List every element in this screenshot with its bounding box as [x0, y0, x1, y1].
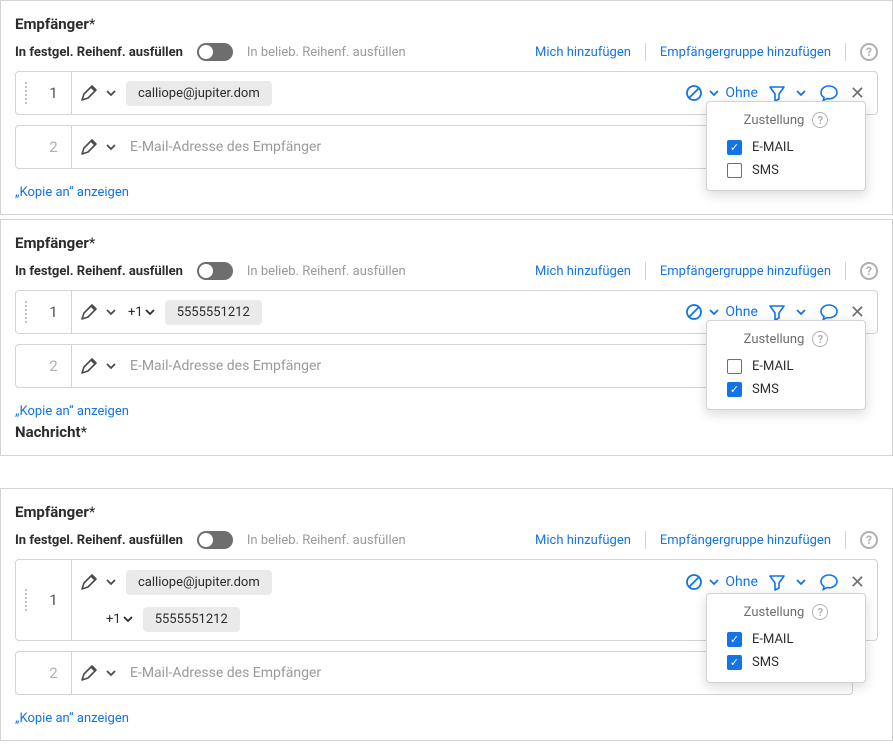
chevron-down-icon[interactable]	[106, 670, 116, 677]
chevron-down-icon[interactable]	[106, 144, 116, 151]
checkbox-icon[interactable]	[727, 359, 742, 374]
order-toggle[interactable]	[197, 262, 233, 280]
pen-icon[interactable]	[80, 573, 98, 591]
popover-title: Zustellung	[744, 113, 805, 128]
section-title: Empfänger*	[15, 15, 878, 33]
drag-handle[interactable]	[16, 72, 36, 114]
email-input[interactable]: E-Mail-Adresse des Empfänger	[130, 665, 321, 681]
checkbox-icon[interactable]: ✓	[727, 382, 742, 397]
recipient-chip[interactable]: 5555551212	[165, 300, 262, 325]
order-toggle[interactable]	[197, 531, 233, 549]
message-icon[interactable]	[820, 573, 838, 591]
checkbox-icon[interactable]	[727, 163, 742, 178]
help-icon[interactable]: ?	[812, 331, 828, 347]
recipients-panel-2: Empfänger* In festgel. Reihenf. ausfülle…	[0, 219, 893, 456]
delivery-option-sms[interactable]: SMS	[719, 159, 853, 182]
remove-icon[interactable]: ✕	[848, 572, 867, 593]
email-input[interactable]: E-Mail-Adresse des Empfänger	[130, 358, 321, 374]
help-icon[interactable]: ?	[860, 43, 878, 61]
recipients-panel-3: Empfänger* In festgel. Reihenf. ausfülle…	[0, 488, 893, 741]
recipient-chip[interactable]: calliope@jupiter.dom	[126, 81, 272, 106]
delivery-option-email[interactable]: ✓ E-MAIL	[719, 136, 853, 159]
order-toggle-row: In festgel. Reihenf. ausfüllen In belieb…	[15, 531, 878, 549]
add-me-link[interactable]: Mich hinzufügen	[535, 264, 631, 279]
pen-icon[interactable]	[80, 84, 98, 102]
delivery-option-email[interactable]: E-MAIL	[719, 355, 853, 378]
checkbox-icon[interactable]: ✓	[727, 655, 742, 670]
add-group-link[interactable]: Empfängergruppe hinzufügen	[660, 45, 831, 60]
chevron-down-icon[interactable]	[106, 579, 116, 586]
row-number: 2	[36, 126, 72, 168]
add-group-link[interactable]: Empfängergruppe hinzufügen	[660, 264, 831, 279]
chevron-down-icon[interactable]	[796, 309, 806, 316]
delivery-option-email[interactable]: ✓ E-MAIL	[719, 628, 853, 651]
recipient-chip-email[interactable]: calliope@jupiter.dom	[126, 570, 272, 595]
delivery-popover: Zustellung ? ✓ E-MAIL SMS	[706, 101, 866, 191]
message-section-title: Nachricht*	[15, 423, 878, 441]
chevron-down-icon[interactable]	[106, 363, 116, 370]
country-code-select[interactable]: +1	[106, 612, 133, 627]
add-me-link[interactable]: Mich hinzufügen	[535, 533, 631, 548]
chevron-down-icon[interactable]	[106, 309, 116, 316]
pen-icon[interactable]	[80, 138, 98, 156]
section-title: Empfänger*	[15, 234, 878, 252]
delivery-icon[interactable]	[768, 84, 786, 102]
delivery-icon[interactable]	[768, 573, 786, 591]
show-cc-link[interactable]: „Kopie an“ anzeigen	[15, 185, 129, 200]
country-code-select[interactable]: +1	[128, 305, 155, 320]
show-cc-link[interactable]: „Kopie an“ anzeigen	[15, 711, 129, 726]
checkbox-icon[interactable]: ✓	[727, 632, 742, 647]
auth-dropdown[interactable]: Ohne	[685, 303, 758, 321]
help-icon[interactable]: ?	[812, 604, 828, 620]
chevron-down-icon[interactable]	[106, 90, 116, 97]
pen-icon[interactable]	[80, 303, 98, 321]
help-icon[interactable]: ?	[860, 262, 878, 280]
show-cc-link[interactable]: „Kopie an“ anzeigen	[15, 404, 129, 419]
add-me-link[interactable]: Mich hinzufügen	[535, 45, 631, 60]
order-toggle-row: In festgel. Reihenf. ausfüllen In belieb…	[15, 43, 878, 61]
checkbox-icon[interactable]: ✓	[727, 140, 742, 155]
delivery-icon[interactable]	[768, 303, 786, 321]
chevron-down-icon[interactable]	[796, 90, 806, 97]
drag-handle[interactable]	[16, 560, 36, 640]
order-toggle[interactable]	[197, 43, 233, 61]
fixed-order-label: In festgel. Reihenf. ausfüllen	[15, 45, 183, 60]
section-title: Empfänger*	[15, 503, 878, 521]
pen-icon[interactable]	[80, 664, 98, 682]
delivery-option-sms[interactable]: ✓ SMS	[719, 651, 853, 674]
add-group-link[interactable]: Empfängergruppe hinzufügen	[660, 533, 831, 548]
help-icon[interactable]: ?	[860, 531, 878, 549]
delivery-option-sms[interactable]: ✓ SMS	[719, 378, 853, 401]
recipient-chip-phone[interactable]: 5555551212	[143, 607, 240, 632]
delivery-popover: Zustellung ? ✓ E-MAIL ✓ SMS	[706, 593, 866, 683]
help-icon[interactable]: ?	[812, 112, 828, 128]
message-icon[interactable]	[820, 84, 838, 102]
auth-dropdown[interactable]: Ohne	[685, 84, 758, 102]
delivery-popover: Zustellung ? E-MAIL ✓ SMS	[706, 320, 866, 410]
any-order-label: In belieb. Reihenf. ausfüllen	[247, 45, 406, 60]
email-input[interactable]: E-Mail-Adresse des Empfänger	[130, 139, 321, 155]
chevron-down-icon[interactable]	[796, 579, 806, 586]
auth-dropdown[interactable]: Ohne	[685, 573, 758, 591]
row-number: 1	[36, 72, 72, 114]
recipients-panel-1: Empfänger* In festgel. Reihenf. ausfülle…	[0, 0, 893, 215]
pen-icon[interactable]	[80, 357, 98, 375]
drag-handle[interactable]	[16, 291, 36, 333]
order-toggle-row: In festgel. Reihenf. ausfüllen In belieb…	[15, 262, 878, 280]
message-icon[interactable]	[820, 303, 838, 321]
